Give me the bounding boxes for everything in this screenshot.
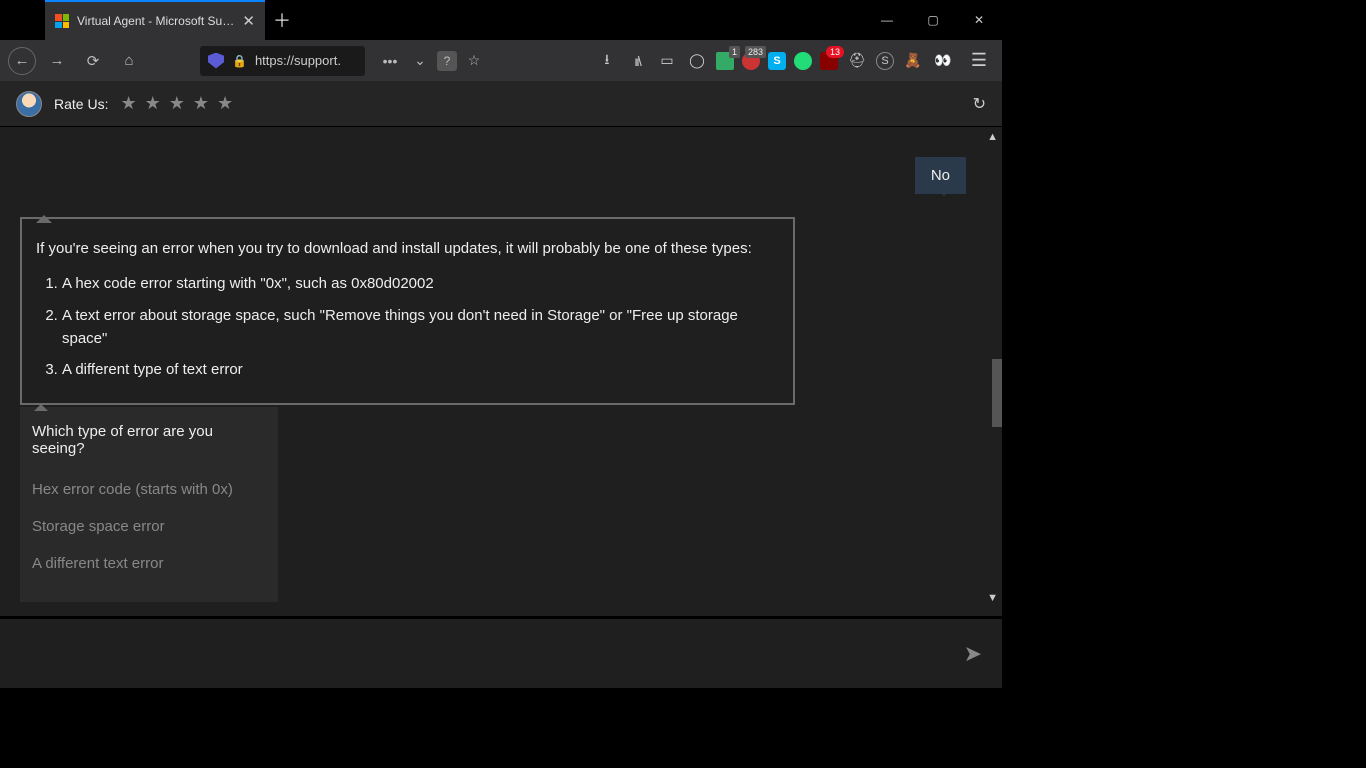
star-3[interactable]: ★ <box>169 93 185 114</box>
rate-bar: Rate Us: ★ ★ ★ ★ ★ ↻ <box>0 81 1002 127</box>
tracking-shield-icon <box>208 53 224 69</box>
ext-helm-icon[interactable]: ⛑ <box>846 50 868 72</box>
browser-window: Virtual Agent - Microsoft Supp ✕ ＋ — ▢ ✕… <box>0 0 1002 688</box>
close-window-button[interactable]: ✕ <box>956 0 1002 40</box>
scroll-down-icon[interactable]: ▼ <box>987 592 998 604</box>
skype-icon[interactable]: S <box>768 52 786 70</box>
agent-item-2: A text error about storage space, such "… <box>62 304 779 351</box>
choice-hex-error[interactable]: Hex error code (starts with 0x) <box>32 471 266 508</box>
menu-button[interactable]: ☰ <box>964 50 994 71</box>
tab-active[interactable]: Virtual Agent - Microsoft Supp ✕ <box>45 0 265 40</box>
lock-icon: 🔒 <box>232 54 247 68</box>
url-bar[interactable]: 🔒 https://support. <box>200 46 365 76</box>
ext-green2-icon[interactable] <box>794 52 812 70</box>
ext-green-icon[interactable]: 1 <box>716 52 734 70</box>
user-message-text: No <box>931 167 950 184</box>
ext-badge-283: 283 <box>745 46 766 58</box>
ext-red-icon[interactable]: 283 <box>742 52 760 70</box>
forward-button[interactable]: → <box>42 46 72 76</box>
choice-prompt: Which type of error are you seeing? Hex … <box>20 407 278 602</box>
ext-bear-icon[interactable]: 🧸 <box>902 50 924 72</box>
ublock-icon[interactable]: 13 <box>820 52 838 70</box>
star-4[interactable]: ★ <box>193 93 209 114</box>
url-side-icons: ••• ⌄ ? ☆ <box>377 48 487 74</box>
extension-icons: ⭳ ıı\ ▭ ◯ 1 283 S 13 ⛑ S 🧸 👀 <box>596 50 958 72</box>
star-5[interactable]: ★ <box>217 93 233 114</box>
choice-other-error[interactable]: A different text error <box>32 545 266 582</box>
agent-error-list: A hex code error starting with "0x", suc… <box>62 272 779 381</box>
chat-area: ▲ No If you're seeing an error when you … <box>0 127 1002 616</box>
scrollbar-thumb[interactable] <box>992 359 1002 427</box>
minimize-button[interactable]: — <box>864 0 910 40</box>
ms-logo-icon <box>55 14 69 28</box>
navbar: ← → ⟳ ⌂ 🔒 https://support. ••• ⌄ ? ☆ ⭳ ı… <box>0 40 1002 81</box>
window-controls: — ▢ ✕ <box>864 0 1002 40</box>
bookmark-star-icon[interactable]: ☆ <box>461 48 487 74</box>
choice-storage-error[interactable]: Storage space error <box>32 508 266 545</box>
new-tab-button[interactable]: ＋ <box>265 0 299 40</box>
help-icon[interactable]: ? <box>437 51 457 71</box>
ublock-badge: 13 <box>826 46 844 58</box>
tabstrip: Virtual Agent - Microsoft Supp ✕ ＋ <box>0 0 299 40</box>
rating-stars: ★ ★ ★ ★ ★ <box>120 93 233 114</box>
reload-button[interactable]: ⟳ <box>78 46 108 76</box>
agent-message: If you're seeing an error when you try t… <box>20 217 795 405</box>
composer[interactable]: ➤ <box>0 616 1002 688</box>
url-text: https://support. <box>255 53 341 68</box>
titlebar: Virtual Agent - Microsoft Supp ✕ ＋ — ▢ ✕ <box>0 0 1002 40</box>
agent-item-1: A hex code error starting with "0x", suc… <box>62 272 779 295</box>
downloads-icon[interactable]: ⭳ <box>596 50 618 72</box>
ext-goggles-icon[interactable]: 👀 <box>932 50 954 72</box>
agent-intro-text: If you're seeing an error when you try t… <box>36 237 779 260</box>
more-icon[interactable]: ••• <box>377 48 403 74</box>
home-button[interactable]: ⌂ <box>114 46 144 76</box>
rate-label: Rate Us: <box>54 96 108 112</box>
ext-s-icon[interactable]: S <box>876 52 894 70</box>
send-icon[interactable]: ➤ <box>964 641 982 667</box>
agent-item-3: A different type of text error <box>62 358 779 381</box>
back-button[interactable]: ← <box>8 47 36 75</box>
library-icon[interactable]: ıı\ <box>626 50 648 72</box>
star-1[interactable]: ★ <box>120 93 136 114</box>
page-content: Rate Us: ★ ★ ★ ★ ★ ↻ ▲ No If you're seei… <box>0 81 1002 688</box>
ext-badge-1: 1 <box>729 46 740 58</box>
user-message: No <box>915 157 966 194</box>
choice-question: Which type of error are you seeing? <box>32 423 266 457</box>
pocket-icon[interactable]: ⌄ <box>407 48 433 74</box>
agent-avatar <box>16 91 42 117</box>
tab-close-icon[interactable]: ✕ <box>242 12 255 30</box>
reader-icon[interactable]: ▭ <box>656 50 678 72</box>
restart-icon[interactable]: ↻ <box>973 94 986 114</box>
account-icon[interactable]: ◯ <box>686 50 708 72</box>
tab-title: Virtual Agent - Microsoft Supp <box>77 14 234 28</box>
maximize-button[interactable]: ▢ <box>910 0 956 40</box>
star-2[interactable]: ★ <box>145 93 161 114</box>
scroll-up-icon[interactable]: ▲ <box>987 131 998 143</box>
